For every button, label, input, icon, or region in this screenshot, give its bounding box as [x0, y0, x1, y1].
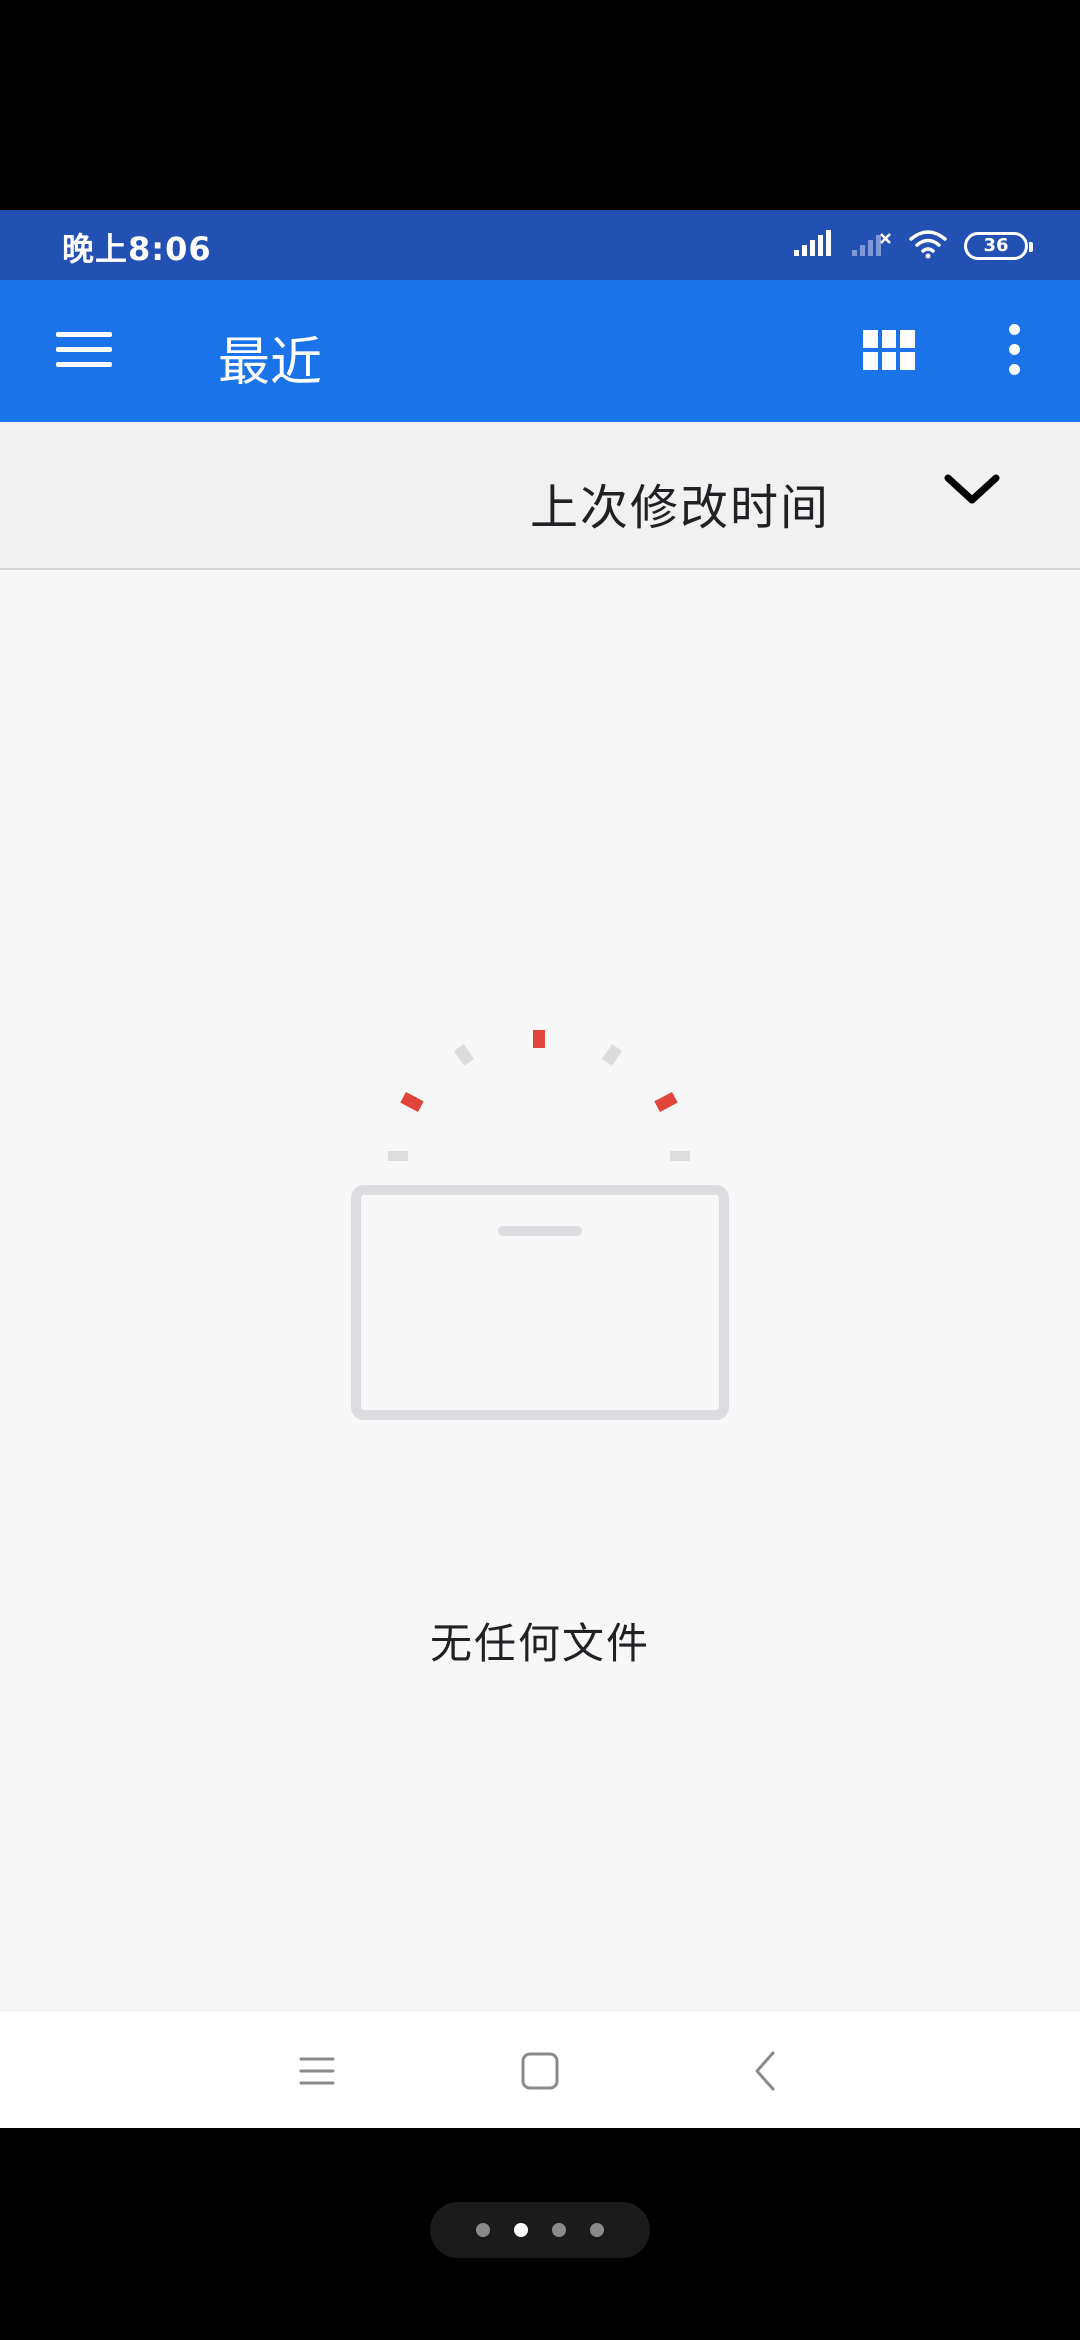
page-indicator	[430, 2202, 650, 2258]
page-dot-active	[514, 2223, 528, 2237]
app-bar: 最近	[0, 280, 1080, 422]
signal-icon	[792, 230, 834, 262]
signal-no-sim-icon	[850, 230, 892, 262]
recents-icon[interactable]	[285, 2039, 349, 2103]
page-dot	[552, 2223, 566, 2237]
page-dot	[476, 2223, 490, 2237]
file-list-area: 无任何文件	[0, 570, 1080, 2010]
home-icon[interactable]	[508, 2039, 572, 2103]
page-title: 最近	[218, 333, 323, 393]
status-time: 晚上8:06	[62, 230, 212, 268]
chevron-down-icon[interactable]	[942, 460, 1002, 520]
sort-bar: 上次修改时间	[0, 422, 1080, 570]
grid-view-icon[interactable]	[863, 330, 915, 370]
menu-icon[interactable]	[56, 330, 112, 370]
status-icons: 36	[776, 226, 1033, 266]
screen: 晚上8:06 36 最近 上次修改时间 无任何文件	[0, 0, 1080, 2340]
sort-dropdown-label[interactable]: 上次修改时间	[530, 468, 830, 538]
empty-folder-icon	[351, 1030, 729, 1420]
wifi-icon	[908, 229, 948, 263]
battery-icon: 36	[964, 232, 1033, 260]
page-dot	[590, 2223, 604, 2237]
back-icon[interactable]	[735, 2039, 799, 2103]
empty-state-message: 无任何文件	[429, 1619, 650, 1668]
more-options-icon[interactable]	[1000, 324, 1028, 376]
status-bar: 晚上8:06 36	[0, 210, 1080, 280]
system-nav-bar	[0, 2010, 1080, 2128]
